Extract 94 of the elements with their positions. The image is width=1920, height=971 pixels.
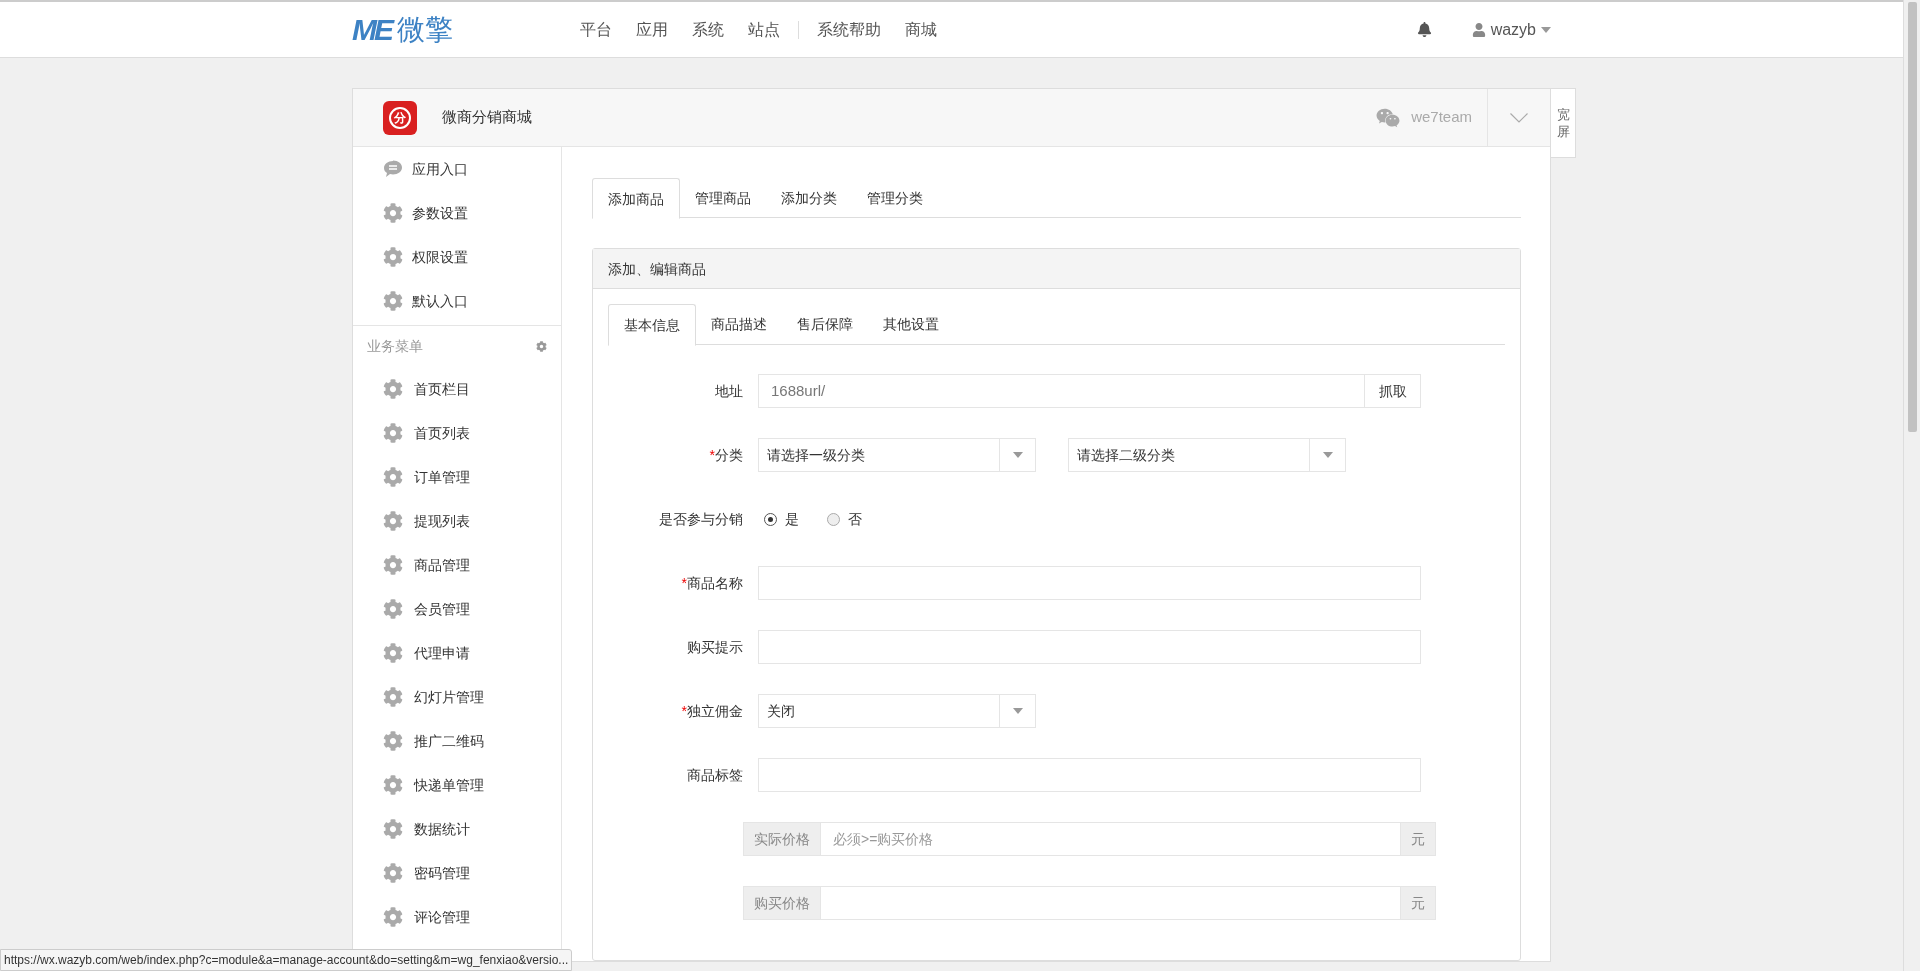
category-select[interactable]: 请选择二级分类 (1068, 438, 1346, 472)
field-label: 分类 (715, 446, 743, 463)
field-label: 商品名称 (687, 574, 743, 591)
panel-heading: 添加、编辑商品 (593, 249, 1520, 289)
gear-icon (383, 511, 403, 531)
sidebar-item[interactable]: 推广二维码 (353, 719, 561, 763)
account-name: we7team (1411, 107, 1472, 128)
sidebar-item[interactable]: 应用入口 (353, 147, 561, 191)
bell-icon[interactable] (1416, 22, 1432, 37)
nav-link[interactable]: 平台 (580, 20, 612, 39)
required-mark: * (681, 574, 687, 591)
gear-icon (383, 863, 403, 883)
gear-icon (383, 203, 403, 223)
sidebar-item[interactable]: 评论管理 (353, 895, 561, 939)
sidebar-item[interactable]: 首页列表 (353, 411, 561, 455)
tab[interactable]: 添加分类 (766, 178, 852, 217)
tab[interactable]: 基本信息 (608, 304, 696, 346)
tab[interactable]: 管理商品 (680, 178, 766, 217)
text-field[interactable] (758, 566, 1421, 600)
chevron-down-icon (1510, 112, 1528, 123)
app-title: 微商分销商城 (442, 107, 532, 128)
sidebar-item[interactable]: 密码管理 (353, 851, 561, 895)
caret-icon (1012, 708, 1023, 714)
nav-link[interactable]: 站点 (748, 20, 780, 39)
field-label: 购买提示 (687, 638, 743, 655)
sidebar-item[interactable]: 商品管理 (353, 543, 561, 587)
gear-icon (383, 731, 403, 751)
sidebar-item[interactable]: 提现列表 (353, 499, 561, 543)
tab[interactable]: 售后保障 (782, 304, 868, 344)
wechat-icon (1376, 106, 1401, 129)
required-mark: * (709, 446, 715, 463)
gear-icon (383, 423, 403, 443)
fetch-button[interactable]: 抓取 (1365, 374, 1421, 408)
field-label: 是否参与分销 (659, 510, 743, 527)
radio-option[interactable]: 是 (764, 508, 799, 530)
commission-select[interactable]: 关闭 (758, 694, 1036, 728)
gear-icon (383, 467, 403, 487)
gear-icon (383, 599, 403, 619)
input-addon: 购买价格 (743, 886, 821, 920)
sidebar-item[interactable]: 幻灯片管理 (353, 675, 561, 719)
required-mark: * (681, 702, 687, 719)
sidebar-item[interactable]: 代理申请 (353, 631, 561, 675)
gear-icon (383, 819, 403, 839)
field-label: 地址 (715, 382, 743, 399)
nav-link[interactable]: 商城 (905, 20, 937, 39)
tab[interactable]: 商品描述 (696, 304, 782, 344)
tab[interactable]: 其他设置 (868, 304, 954, 344)
price-field[interactable] (821, 886, 1400, 920)
nav-link[interactable]: 应用 (636, 20, 668, 39)
input-addon: 实际价格 (743, 822, 821, 856)
gear-icon (383, 643, 403, 663)
gear-icon (383, 687, 403, 707)
sidebar-item[interactable]: 权限设置 (353, 235, 561, 279)
gear-icon (383, 775, 403, 795)
sidebar-item[interactable]: 订单管理 (353, 455, 561, 499)
sidebar-item[interactable]: 默认入口 (353, 279, 561, 323)
sidebar-item[interactable]: 首页栏目 (353, 367, 561, 411)
sidebar-item[interactable]: 参数设置 (353, 191, 561, 235)
price-field[interactable]: 必须>=购买价格 (821, 822, 1400, 856)
text-field[interactable] (758, 630, 1421, 664)
caret-icon (1541, 26, 1551, 33)
nav-link[interactable]: 系统帮助 (817, 20, 881, 39)
radio-option[interactable]: 否 (827, 508, 862, 530)
unit-addon: 元 (1400, 886, 1436, 920)
sidebar-item[interactable]: 数据统计 (353, 807, 561, 851)
logo-mark: ME (352, 12, 391, 48)
tab[interactable]: 添加商品 (592, 178, 680, 219)
category-select[interactable]: 请选择一级分类 (758, 438, 1036, 472)
gear-icon (383, 555, 403, 575)
gear-icon (383, 907, 403, 927)
settings-icon[interactable] (536, 341, 547, 352)
gear-icon (383, 291, 403, 311)
logo-name: 微擎 (397, 12, 453, 47)
caret-icon (1322, 452, 1333, 458)
sidebar-item[interactable]: 快递单管理 (353, 763, 561, 807)
tab[interactable]: 管理分类 (852, 178, 938, 217)
text-field[interactable] (758, 758, 1421, 792)
chat-icon (383, 160, 403, 178)
section-title: 业务菜单 (367, 337, 424, 356)
user-icon (1471, 22, 1486, 37)
sidebar-item[interactable]: 会员管理 (353, 587, 561, 631)
unit-addon: 元 (1400, 822, 1436, 856)
scrollbar[interactable] (1903, 0, 1920, 971)
nav-link[interactable]: 系统 (692, 20, 724, 39)
url-field[interactable]: 1688url/ (758, 374, 1365, 408)
user-menu[interactable]: wazyb (1471, 17, 1551, 42)
gear-icon (383, 379, 403, 399)
status-url: https://wx.wazyb.com/web/index.php?c=module&a=manage-account&do=setting&m=wg_fenxiao&versio... (0, 949, 573, 971)
app-icon: 分 (383, 100, 417, 135)
field-label: 商品标签 (687, 766, 743, 783)
field-label: 独立佣金 (687, 702, 743, 719)
gear-icon (383, 247, 403, 267)
widescreen-button[interactable]: 宽屏 (1551, 88, 1576, 158)
caret-icon (1012, 452, 1023, 458)
